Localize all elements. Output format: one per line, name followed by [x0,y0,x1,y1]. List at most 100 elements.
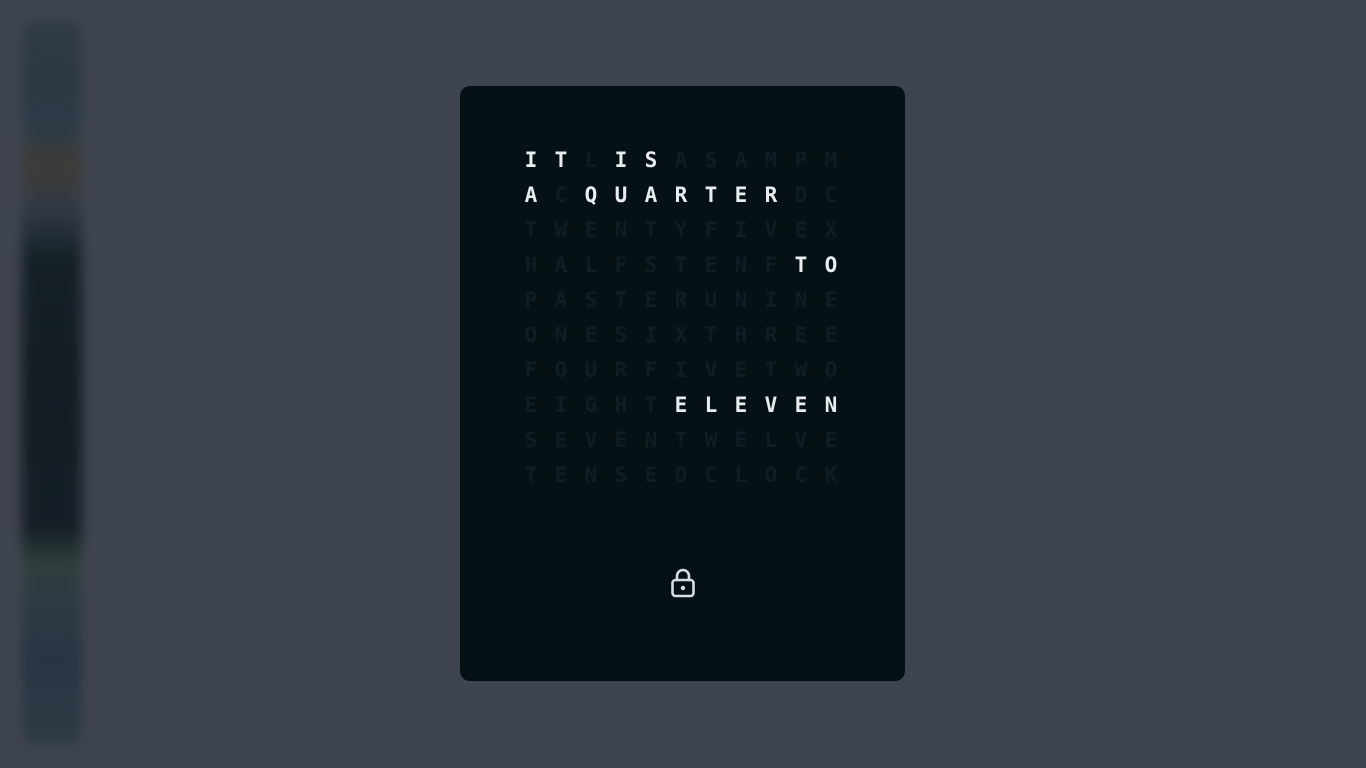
clock-letter: T [644,218,658,242]
lock-button[interactable] [668,565,698,601]
clock-letter: E [734,183,748,207]
clock-letter: I [644,323,658,347]
clock-letter: F [704,218,718,242]
clock-letter: I [764,288,778,312]
clock-letter: H [524,253,538,277]
clock-letter: O [824,253,838,277]
clock-letter: W [794,358,808,382]
clock-letter: T [524,463,538,487]
clock-letter: A [524,183,538,207]
clock-letter: I [554,393,568,417]
clock-letter: E [704,253,718,277]
clock-letter: N [644,428,658,452]
clock-letter: E [524,393,538,417]
clock-letter: O [764,463,778,487]
clock-letter: F [764,253,778,277]
clock-letter: S [644,148,658,172]
clock-letter: A [734,148,748,172]
clock-letter: T [794,253,808,277]
clock-letter: L [584,148,598,172]
clock-letter: R [674,183,688,207]
clock-letter: E [824,288,838,312]
clock-letter: H [614,393,628,417]
clock-letter: E [824,428,838,452]
clock-letter: O [554,358,568,382]
clock-letter: E [614,428,628,452]
clock-letter: E [674,393,688,417]
clock-letter: E [554,463,568,487]
clock-letter: E [584,323,598,347]
clock-letter: C [554,183,568,207]
clock-letter: R [764,183,778,207]
clock-letter: V [704,358,718,382]
clock-letter: T [764,358,778,382]
clock-letter: O [824,358,838,382]
clock-letter: S [614,463,628,487]
clock-letter: E [794,218,808,242]
clock-letter: Q [584,183,598,207]
clock-letter: X [824,218,838,242]
clock-letter: E [644,288,658,312]
clock-letter: E [794,323,808,347]
clock-letter: S [584,288,598,312]
clock-letter: F [644,358,658,382]
clock-letter: A [674,148,688,172]
clock-letter: T [644,393,658,417]
clock-letter: M [824,148,838,172]
clock-letter: U [614,183,628,207]
clock-letter: E [644,463,658,487]
clock-letter: R [614,358,628,382]
clock-letter: I [524,148,538,172]
clock-letter: E [734,393,748,417]
clock-letter: W [554,218,568,242]
clock-letter: O [674,463,688,487]
clock-letter: T [614,288,628,312]
clock-letter: T [704,323,718,347]
clock-letter: U [704,288,718,312]
clock-letter: R [674,288,688,312]
clock-letter: D [794,183,808,207]
clock-letter: T [674,428,688,452]
clock-letter: T [704,183,718,207]
clock-letter: L [734,463,748,487]
clock-letter: S [644,253,658,277]
blurred-sidebar [22,20,82,745]
clock-letter: V [794,428,808,452]
clock-letter: G [584,393,598,417]
clock-letter: V [764,393,778,417]
clock-letter: K [824,463,838,487]
word-clock-letter-grid: ITLISASAMPMACQUARTERDCTWENTYFIVEXHALFSTE… [516,143,861,493]
clock-letter: S [704,148,718,172]
clock-letter: U [584,358,598,382]
clock-letter: L [584,253,598,277]
clock-letter: S [614,323,628,347]
clock-letter: T [524,218,538,242]
clock-letter: I [734,218,748,242]
clock-letter: T [674,253,688,277]
clock-letter: E [824,323,838,347]
clock-letter: C [824,183,838,207]
word-clock-card: ITLISASAMPMACQUARTERDCTWENTYFIVEXHALFSTE… [460,86,905,681]
clock-letter: Y [674,218,688,242]
clock-letter: N [734,253,748,277]
clock-letter: N [734,288,748,312]
clock-letter: R [764,323,778,347]
clock-letter: N [824,393,838,417]
clock-letter: V [764,218,778,242]
clock-letter: E [584,218,598,242]
clock-letter: E [794,393,808,417]
clock-letter: E [734,428,748,452]
clock-letter: X [674,323,688,347]
clock-letter: C [704,463,718,487]
clock-letter: N [584,463,598,487]
clock-letter: A [554,288,568,312]
clock-letter: W [704,428,718,452]
clock-letter: M [764,148,778,172]
clock-letter: L [764,428,778,452]
clock-letter: H [734,323,748,347]
clock-letter: L [704,393,718,417]
clock-letter: F [614,253,628,277]
clock-letter: C [794,463,808,487]
clock-letter: E [554,428,568,452]
clock-letter: A [644,183,658,207]
